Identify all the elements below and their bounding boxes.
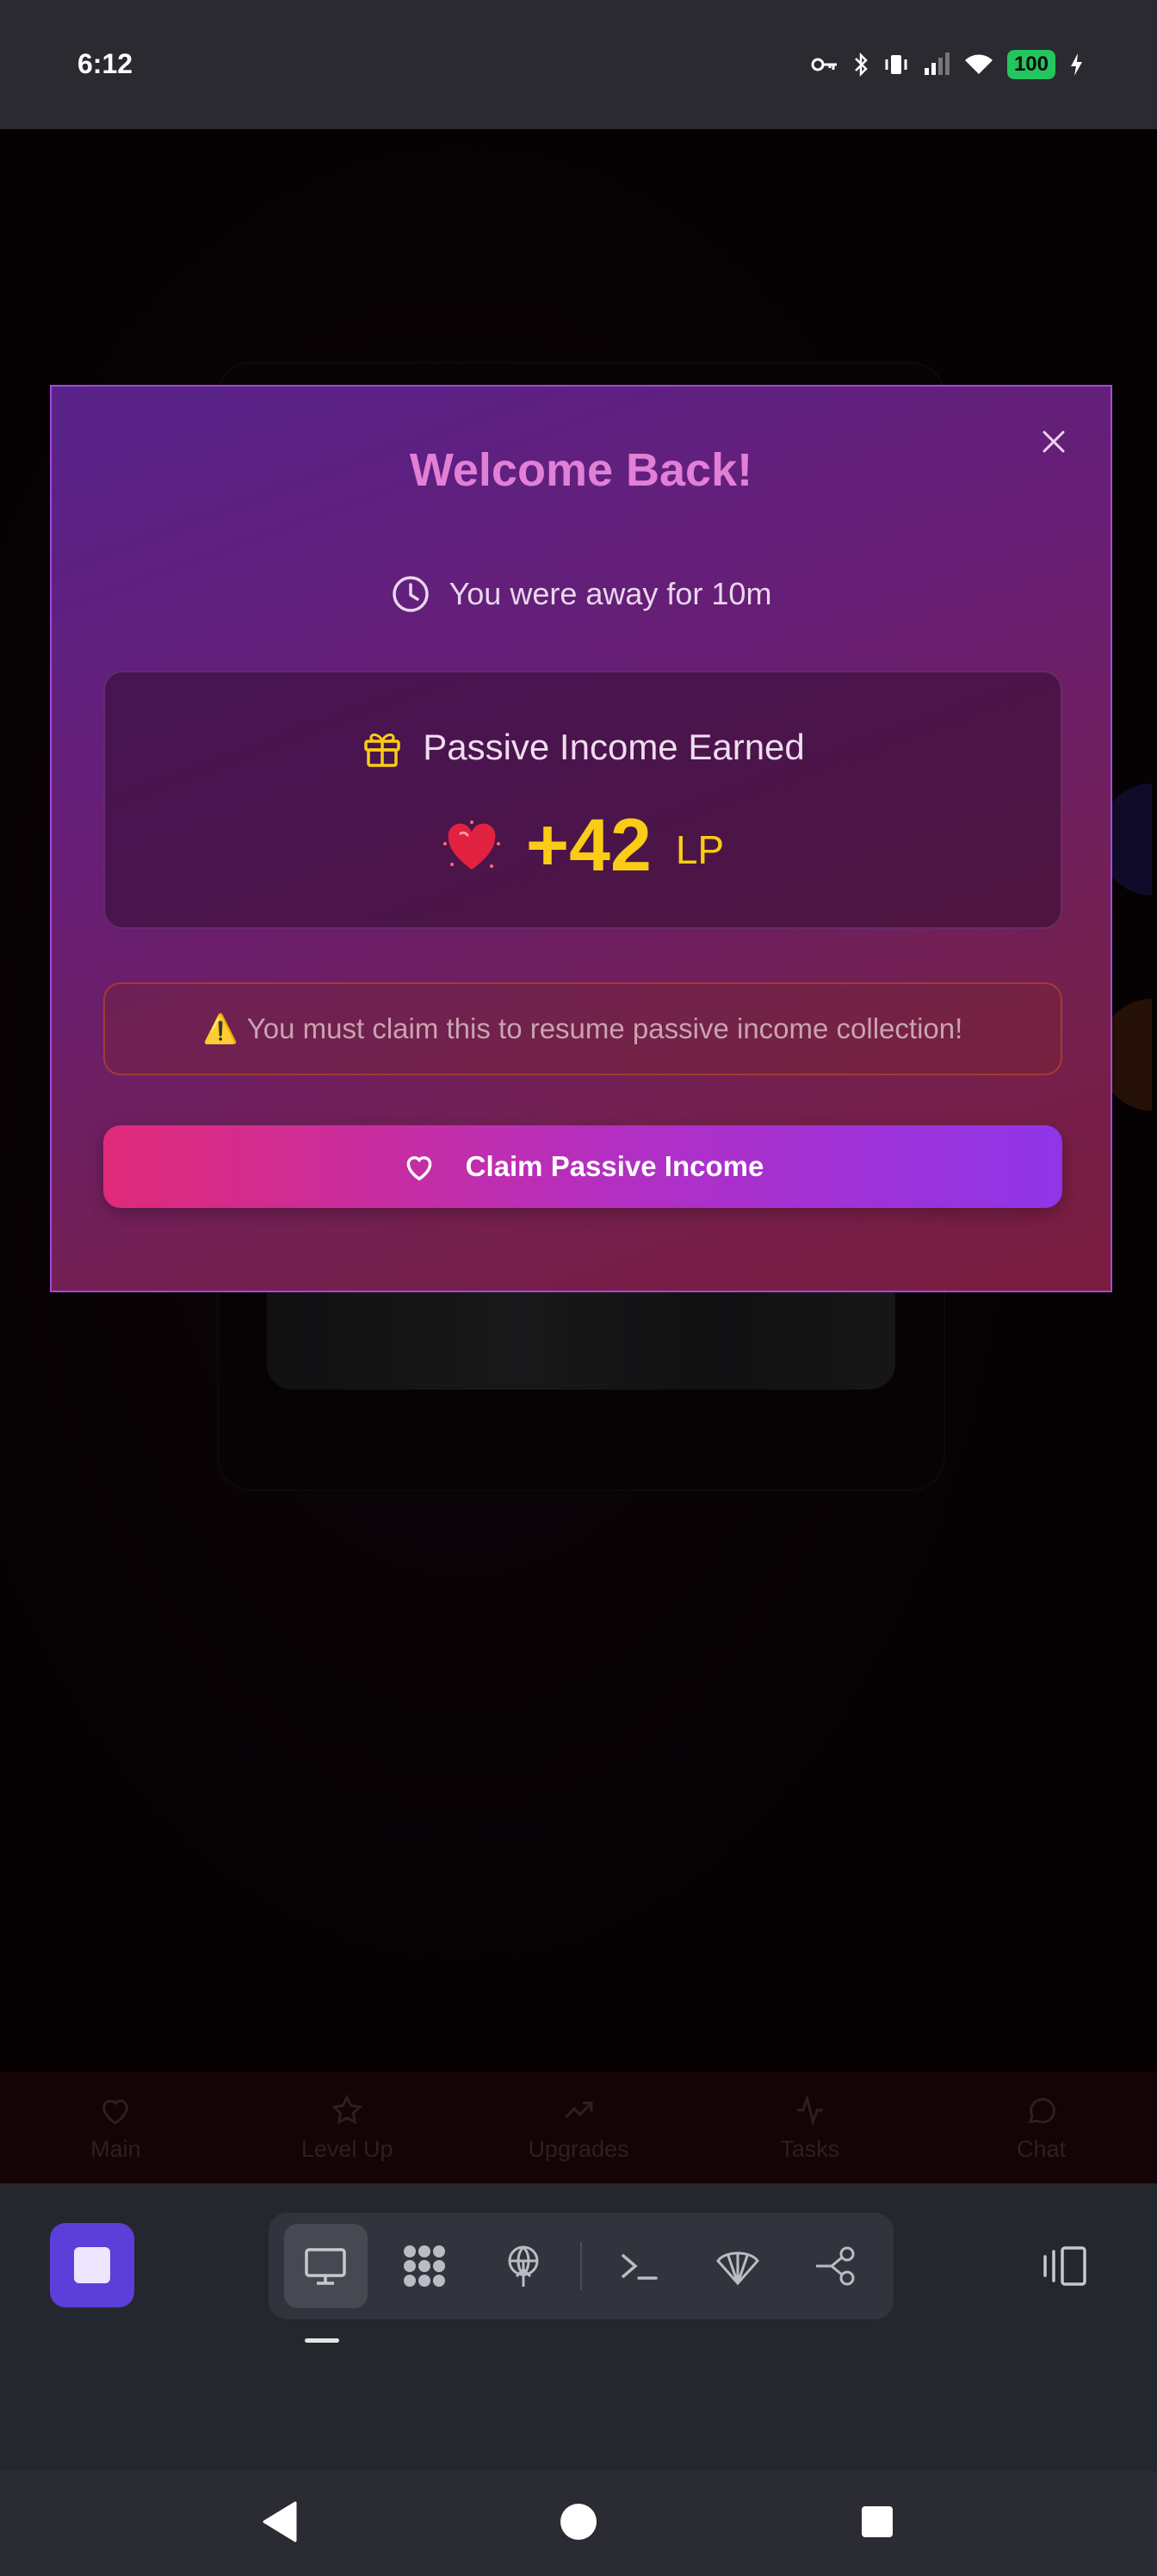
vibrate-icon bbox=[885, 55, 907, 74]
vpn-key-icon bbox=[811, 58, 837, 71]
battery-indicator: 100 bbox=[1006, 50, 1055, 79]
modal-title: Welcome Back! bbox=[409, 444, 753, 496]
away-text: You were away for 10m bbox=[449, 576, 772, 611]
passive-income-card: Passive Income Earned +42 LP bbox=[103, 671, 1062, 929]
share-nodes-button[interactable] bbox=[795, 2224, 878, 2308]
away-duration: You were away for 10m bbox=[52, 574, 1111, 614]
taskbar bbox=[0, 2183, 1157, 2347]
charging-icon bbox=[1071, 53, 1082, 76]
shell-button[interactable] bbox=[696, 2224, 780, 2308]
terminal-button[interactable] bbox=[597, 2224, 681, 2308]
desktop-button[interactable] bbox=[284, 2224, 368, 2308]
system-navigation-bar bbox=[0, 2471, 1157, 2576]
claim-passive-income-button[interactable]: Claim Passive Income bbox=[103, 1125, 1062, 1208]
warning-text: You must claim this to resume passive in… bbox=[246, 1012, 963, 1044]
back-button[interactable] bbox=[250, 2492, 310, 2552]
gesture-area bbox=[0, 2347, 1157, 2471]
home-button[interactable] bbox=[548, 2492, 609, 2552]
sparkling-heart-icon bbox=[442, 820, 500, 870]
heart-icon bbox=[406, 1156, 432, 1181]
stop-icon bbox=[74, 2247, 110, 2283]
income-amount: +42 bbox=[525, 804, 652, 887]
income-label: Passive Income Earned bbox=[423, 727, 805, 767]
clock-icon bbox=[392, 576, 429, 612]
stop-button[interactable] bbox=[50, 2223, 134, 2307]
income-value-row: +42 LP bbox=[105, 803, 1061, 889]
status-time: 6:12 bbox=[77, 48, 133, 79]
recents-square-icon bbox=[862, 2506, 893, 2537]
share-nodes-icon bbox=[815, 2246, 855, 2286]
gift-icon bbox=[364, 734, 400, 767]
claim-label: Claim Passive Income bbox=[465, 1150, 764, 1182]
recents-button[interactable] bbox=[847, 2492, 907, 2552]
active-indicator bbox=[305, 2338, 339, 2343]
window-switch-button[interactable] bbox=[1030, 2232, 1098, 2300]
broadcast-button[interactable] bbox=[481, 2224, 565, 2308]
bluetooth-icon bbox=[855, 52, 868, 77]
terminal-icon bbox=[622, 2254, 659, 2280]
broadcast-icon bbox=[508, 2245, 539, 2287]
apps-grid-icon bbox=[404, 2245, 445, 2287]
home-circle-icon bbox=[560, 2504, 597, 2540]
income-unit: LP bbox=[675, 827, 725, 872]
income-label-row: Passive Income Earned bbox=[105, 726, 1061, 769]
welcome-back-modal: Welcome Back! You were away for 10m Pass… bbox=[50, 385, 1112, 1292]
back-triangle-icon bbox=[263, 2501, 297, 2542]
status-icons: 100 bbox=[811, 50, 1083, 79]
taskbar-separator bbox=[580, 2242, 582, 2290]
claim-warning: ⚠️ You must claim this to resume passive… bbox=[103, 982, 1062, 1075]
status-bar: 6:12 100 bbox=[0, 0, 1157, 129]
desktop-icon bbox=[305, 2248, 347, 2285]
shell-icon bbox=[716, 2251, 759, 2286]
signal-icon bbox=[924, 53, 950, 75]
wifi-icon bbox=[964, 54, 993, 74]
warning-icon: ⚠️ bbox=[202, 1012, 238, 1044]
taskbar-app-group bbox=[269, 2213, 894, 2319]
window-switch-icon bbox=[1043, 2246, 1086, 2286]
apps-grid-button[interactable] bbox=[383, 2224, 467, 2308]
